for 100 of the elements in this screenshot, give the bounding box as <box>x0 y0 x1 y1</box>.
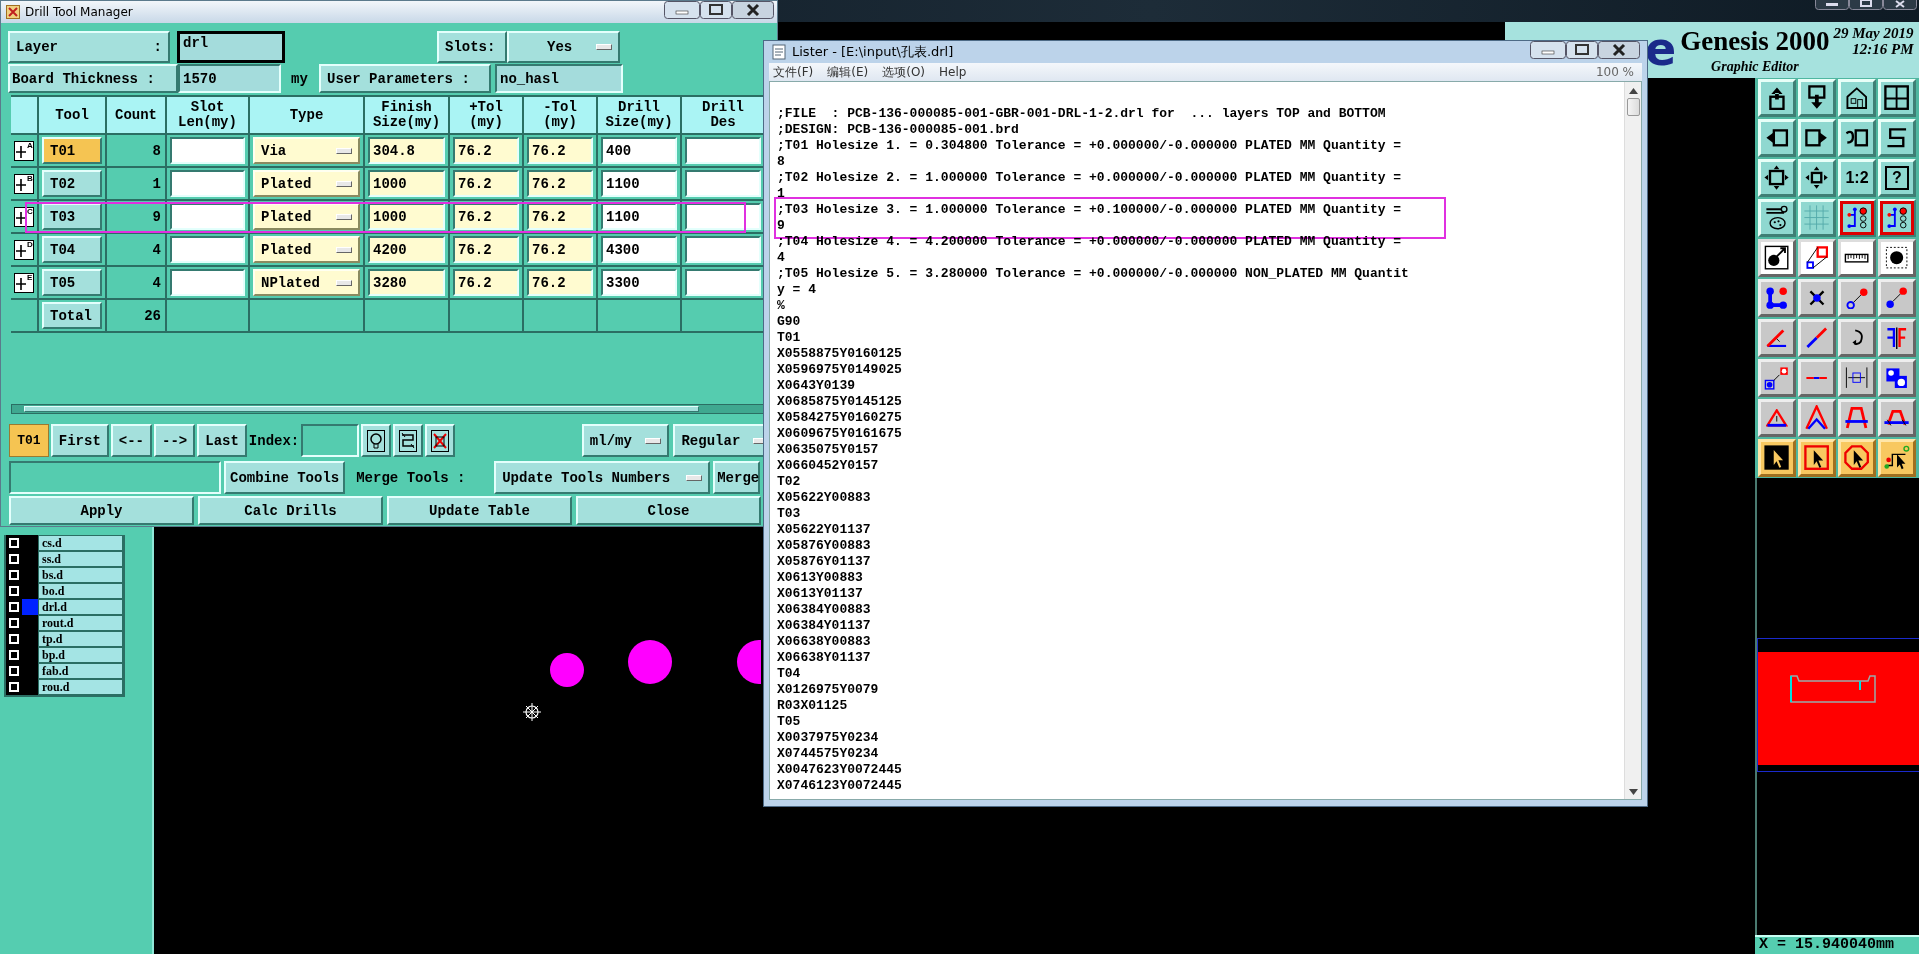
toolbar-button[interactable] <box>1838 239 1876 277</box>
maximize-icon[interactable] <box>1566 41 1598 59</box>
dropdown[interactable]: Plated <box>253 203 360 230</box>
checkbox[interactable] <box>9 618 19 628</box>
scroll-up-icon[interactable] <box>1628 88 1638 94</box>
minimize-icon[interactable] <box>1815 0 1849 10</box>
toolbar-button[interactable] <box>1878 399 1916 437</box>
input-field[interactable]: 4300 <box>601 236 677 263</box>
dropdown[interactable]: Yes <box>507 31 620 63</box>
checkbox[interactable] <box>9 586 19 596</box>
minimize-icon[interactable] <box>1530 41 1566 59</box>
input-field[interactable]: 76.2 <box>453 170 519 197</box>
tool-button[interactable]: T03 <box>42 203 102 230</box>
expand-button[interactable]: D <box>14 239 34 260</box>
input-field[interactable] <box>170 170 245 197</box>
input-field[interactable] <box>685 269 761 296</box>
toolbar-button[interactable] <box>1758 319 1796 357</box>
user-parameters-button[interactable]: User Parameters : <box>319 64 491 93</box>
help-button[interactable]: ? <box>1878 159 1916 197</box>
toolbar-button[interactable] <box>1798 239 1836 277</box>
toolbar-button[interactable] <box>1878 279 1916 317</box>
action-button[interactable]: Calc Drills <box>198 496 383 525</box>
nav-button[interactable]: <-- <box>110 424 153 457</box>
layer-name[interactable]: rou.d <box>38 679 123 695</box>
input-field[interactable]: no_hasl <box>495 64 623 93</box>
maximize-icon[interactable] <box>700 1 732 19</box>
toolbar-button[interactable] <box>1878 319 1916 357</box>
input-field[interactable]: 76.2 <box>527 137 593 164</box>
checkbox[interactable] <box>9 666 19 676</box>
toolbar-button[interactable] <box>1798 319 1836 357</box>
layer-name[interactable]: ss.d <box>38 551 123 567</box>
input-field[interactable] <box>685 170 761 197</box>
scrollbar-thumb[interactable] <box>1626 98 1640 116</box>
delete-button[interactable] <box>425 424 455 457</box>
input-field[interactable] <box>301 424 360 457</box>
layer-name[interactable]: drl.d <box>38 599 123 615</box>
input-field[interactable] <box>685 236 761 263</box>
close-icon[interactable] <box>1598 41 1640 59</box>
close-icon[interactable] <box>732 1 774 19</box>
layer-name[interactable]: rout.d <box>38 615 123 631</box>
input-field[interactable]: 4200 <box>368 236 445 263</box>
input-field[interactable]: 400 <box>601 137 677 164</box>
input-field[interactable]: 76.2 <box>453 269 519 296</box>
input-field[interactable]: drl <box>177 31 285 63</box>
nav-button[interactable]: Last <box>197 424 247 457</box>
input-field[interactable]: 1000 <box>368 203 445 230</box>
dropdown[interactable]: NPlated <box>253 269 360 296</box>
input-field[interactable]: 304.8 <box>368 137 445 164</box>
dropdown[interactable]: Plated <box>253 170 360 197</box>
swap-button[interactable] <box>393 424 423 457</box>
toolbar-button[interactable] <box>1758 399 1796 437</box>
checkbox[interactable] <box>9 634 19 644</box>
tool-button[interactable]: T02 <box>42 170 102 197</box>
expand-button[interactable]: B <box>14 173 34 194</box>
input-field[interactable]: 3280 <box>368 269 445 296</box>
layer-name[interactable]: bs.d <box>38 567 123 583</box>
layer-name[interactable]: cs.d <box>38 535 123 551</box>
action-button[interactable]: Update Table <box>387 496 572 525</box>
input-field[interactable] <box>170 236 245 263</box>
toolbar-button[interactable] <box>1798 399 1836 437</box>
checkbox[interactable] <box>9 650 19 660</box>
input-field[interactable] <box>170 203 245 230</box>
bulb-button[interactable] <box>361 424 392 457</box>
input-field[interactable]: 1100 <box>601 203 677 230</box>
expand-button[interactable]: C <box>14 206 34 227</box>
tool-button[interactable]: T05 <box>42 269 102 296</box>
combine-tools-button[interactable]: Combine Tools <box>224 461 346 494</box>
input-field[interactable]: 1000 <box>368 170 445 197</box>
toolbar-button[interactable] <box>1758 279 1796 317</box>
dropdown[interactable]: Update Tools Numbers <box>494 461 711 494</box>
layer-name[interactable]: tp.d <box>38 631 123 647</box>
toolbar-button[interactable] <box>1838 279 1876 317</box>
toolbar-button[interactable] <box>1878 239 1916 277</box>
input-field[interactable]: 1100 <box>601 170 677 197</box>
maximize-icon[interactable] <box>1849 0 1883 10</box>
input-field[interactable] <box>685 203 761 230</box>
layer-name[interactable]: bo.d <box>38 583 123 599</box>
toolbar-button[interactable] <box>1838 439 1876 477</box>
input-field[interactable] <box>685 137 761 164</box>
checkbox[interactable] <box>9 682 19 692</box>
menu-item[interactable]: 文件(F) <box>773 63 814 81</box>
input-field[interactable]: 3300 <box>601 269 677 296</box>
toolbar-button[interactable] <box>1838 399 1876 437</box>
action-button[interactable]: Apply <box>9 496 194 525</box>
dropdown[interactable]: Via <box>253 137 360 164</box>
action-button[interactable]: Close <box>576 496 761 525</box>
toolbar-button[interactable] <box>1878 439 1916 477</box>
input-field[interactable]: 76.2 <box>527 170 593 197</box>
toolbar-button[interactable]: 1:2 <box>1838 159 1876 197</box>
input-field[interactable] <box>170 137 245 164</box>
menu-item[interactable]: 选项(O) <box>882 63 926 81</box>
input-field[interactable]: 76.2 <box>453 203 519 230</box>
expand-button[interactable]: A <box>14 140 34 161</box>
minimize-icon[interactable] <box>664 1 700 19</box>
toolbar-button[interactable] <box>1838 359 1876 397</box>
toolbar-button[interactable] <box>1878 359 1916 397</box>
input-field[interactable]: 76.2 <box>527 203 593 230</box>
checkbox[interactable] <box>9 570 19 580</box>
nav-button[interactable]: First <box>50 424 109 457</box>
input-field[interactable] <box>170 269 245 296</box>
